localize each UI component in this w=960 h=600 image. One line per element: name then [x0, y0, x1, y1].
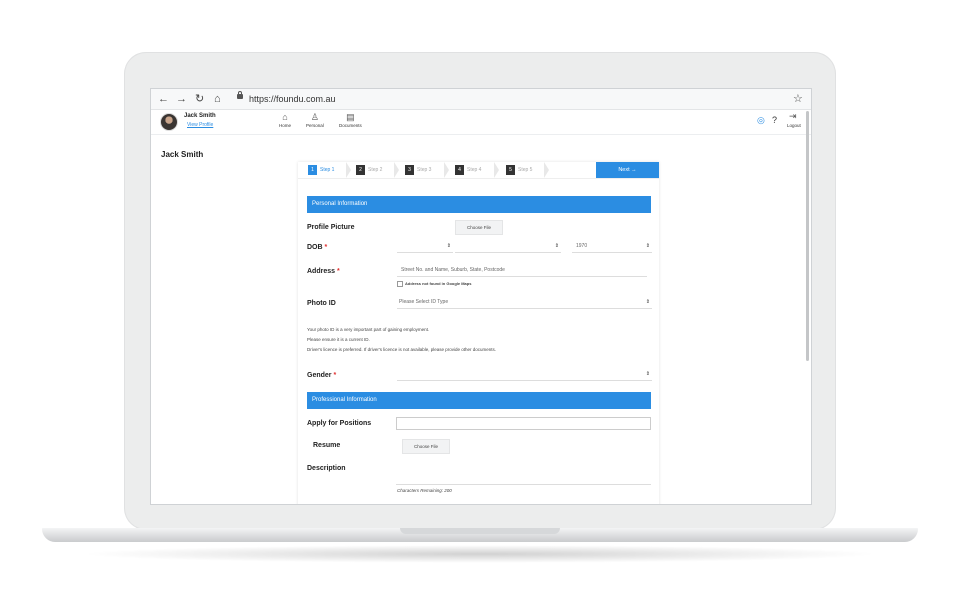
step-divider	[346, 162, 351, 178]
step-1[interactable]: 1 Step 1	[308, 165, 334, 175]
dob-month-select[interactable]: ⇕	[455, 241, 561, 253]
photo-id-label: Photo ID	[307, 300, 336, 307]
step-divider	[394, 162, 399, 178]
nav-item-home[interactable]: ⌂ Home	[279, 112, 291, 128]
dob-label: DOB *	[307, 244, 328, 251]
select-arrow-icon: ⇕	[645, 371, 650, 377]
nav-item-label: Personal	[306, 123, 324, 128]
address-label: Address *	[307, 268, 340, 275]
resume-label: Resume	[313, 442, 341, 449]
nav-item-personal[interactable]: ♙ Personal	[306, 112, 324, 128]
step-4[interactable]: 4 Step 4	[455, 165, 481, 175]
characters-remaining: Characters Remaining: 200	[397, 488, 452, 493]
step-3[interactable]: 3 Step 3	[405, 165, 431, 175]
description-input[interactable]	[396, 484, 651, 485]
profile-picture-choose-file-button[interactable]: Choose File	[455, 220, 503, 235]
arrow-right-icon[interactable]: →	[176, 92, 187, 106]
home-icon[interactable]: ⌂	[214, 92, 221, 106]
logout-label[interactable]: Logout	[787, 123, 801, 128]
step-5[interactable]: 5 Step 5	[506, 165, 532, 175]
gender-label: Gender *	[307, 372, 337, 379]
nav-item-label: Documents	[339, 123, 362, 128]
personal-section-header: Personal Information	[307, 196, 651, 213]
step-2[interactable]: 2 Step 2	[356, 165, 382, 175]
arrow-left-icon[interactable]: ←	[158, 92, 169, 106]
address-not-found-checkbox[interactable]: Address not found in Google Maps	[397, 280, 471, 287]
registration-form: 1 Step 1 2 Step 2 3 Step 3 4 Step 4 5 Step 5 …	[298, 162, 659, 504]
laptop-shadow	[80, 545, 880, 563]
apply-positions-label: Apply for Positions	[307, 420, 372, 427]
laptop-notch	[400, 528, 560, 534]
dob-day-select[interactable]: ⇕	[397, 241, 453, 253]
scrollbar[interactable]	[806, 111, 809, 361]
avatar[interactable]	[160, 113, 178, 131]
lock-icon	[237, 91, 243, 99]
user-name: Jack Smith	[184, 113, 216, 119]
document-icon: ▤	[346, 112, 355, 122]
select-arrow-icon: ⇕	[554, 243, 559, 249]
person-icon: ♙	[310, 112, 319, 122]
apply-positions-input[interactable]	[396, 417, 651, 430]
professional-section-header: Professional Information	[307, 392, 651, 409]
step-divider	[544, 162, 549, 178]
logout-icon[interactable]: ⇥	[789, 111, 797, 121]
view-profile-link[interactable]: View Profile	[187, 122, 213, 128]
select-arrow-icon: ⇕	[446, 243, 451, 249]
nav-item-label: Home	[279, 123, 292, 128]
photo-id-note: Please ensure it is a current ID.	[307, 337, 370, 342]
home-icon: ⌂	[282, 112, 288, 122]
star-icon[interactable]: ☆	[793, 92, 803, 106]
next-button[interactable]: Next →	[596, 162, 659, 178]
page-title: Jack Smith	[161, 150, 204, 159]
step-divider	[444, 162, 449, 178]
profile-picture-label: Profile Picture	[307, 224, 355, 231]
address-input[interactable]: Street No. and Name, Suburb, State, Post…	[397, 265, 647, 277]
select-arrow-icon: ⇕	[645, 243, 650, 249]
step-divider	[494, 162, 499, 178]
nav-item-documents[interactable]: ▤ Documents	[339, 112, 362, 128]
browser-toolbar: ← → ↻ ⌂ https://foundu.com.au ☆	[151, 89, 811, 110]
description-label: Description	[307, 465, 346, 472]
reload-icon[interactable]: ↻	[195, 92, 204, 106]
dob-year-select[interactable]: 1970 ⇕	[572, 241, 652, 253]
help-icon[interactable]: ?	[772, 115, 777, 125]
photo-id-select[interactable]: Please Select ID Type ⇕	[397, 297, 652, 309]
address-bar[interactable]: https://foundu.com.au	[249, 92, 336, 106]
resume-choose-file-button[interactable]: Choose File	[402, 439, 450, 454]
photo-id-note: Your photo ID is a very important part o…	[307, 327, 430, 332]
globe-icon[interactable]: ◎	[757, 115, 765, 125]
gender-select[interactable]: ⇕	[397, 369, 652, 381]
app-header: Jack Smith View Profile ⌂ Home ♙ Persona…	[151, 110, 811, 135]
photo-id-note: Driver's licence is preferred. If driver…	[307, 347, 497, 352]
select-arrow-icon: ⇕	[645, 299, 650, 305]
laptop-screen: ← → ↻ ⌂ https://foundu.com.au ☆ Jack Smi…	[150, 88, 812, 505]
step-progress: 1 Step 1 2 Step 2 3 Step 3 4 Step 4 5 Step 5 …	[298, 162, 659, 179]
